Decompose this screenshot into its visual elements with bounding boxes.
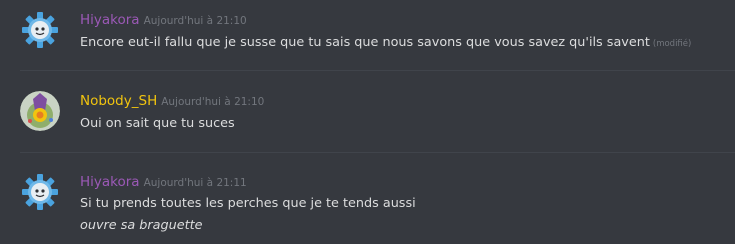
- edited-label: (modifié): [652, 39, 692, 49]
- hiyakora-gear-avatar-icon[interactable]: [20, 10, 60, 50]
- message-divider: [20, 152, 735, 153]
- message-header: Hiyakora Aujourd'hui à 21:11: [80, 172, 247, 192]
- message-content: Oui on sait que tu suces: [80, 116, 235, 131]
- nobody-sh-avatar-icon[interactable]: [20, 91, 60, 131]
- username[interactable]: Nobody_SH: [80, 93, 157, 109]
- hiyakora-gear-avatar-icon[interactable]: [20, 172, 60, 212]
- chat-message-list: Hiyakora Aujourd'hui à 21:10 Encore eut-i…: [0, 0, 735, 244]
- message-content: Encore eut-il fallu que je susse que tu …: [80, 35, 650, 50]
- timestamp: Aujourd'hui à 21:10: [161, 96, 265, 108]
- message-header: Hiyakora Aujourd'hui à 21:10: [80, 10, 247, 30]
- message-text: Si tu prends toutes les perches que je t…: [80, 195, 416, 213]
- message-header: Nobody_SH Aujourd'hui à 21:10: [80, 91, 264, 111]
- username[interactable]: Hiyakora: [80, 12, 140, 28]
- message-content: ouvre sa braguette: [80, 218, 203, 233]
- message-content: Si tu prends toutes les perches que je t…: [80, 196, 416, 211]
- message-divider: [20, 70, 735, 71]
- message-text: Oui on sait que tu suces: [80, 115, 235, 133]
- timestamp: Aujourd'hui à 21:11: [143, 177, 247, 189]
- message-text: ouvre sa braguette: [80, 217, 203, 235]
- timestamp: Aujourd'hui à 21:10: [143, 15, 247, 27]
- message-text: Encore eut-il fallu que je susse que tu …: [80, 34, 691, 53]
- username[interactable]: Hiyakora: [80, 174, 140, 190]
